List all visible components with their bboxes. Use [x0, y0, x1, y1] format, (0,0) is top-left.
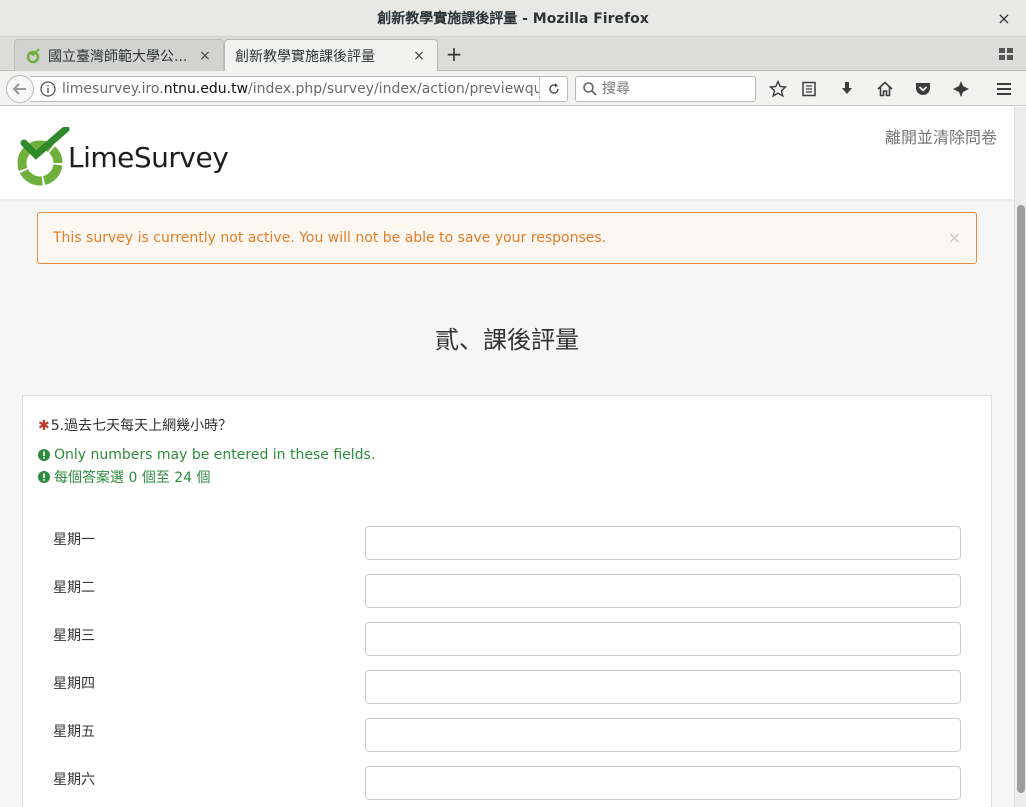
url-bar[interactable]: limesurvey.iro.ntnu.edu.tw/index.php/sur…	[30, 76, 568, 102]
search-icon	[583, 82, 597, 96]
question-card: ✱5.過去七天每天上網幾小時？ Only numbers may be ente…	[22, 395, 992, 807]
page-viewport: LimeSurvey 離開並清除問卷 This survey is curren…	[0, 107, 1026, 807]
search-box[interactable]	[575, 76, 756, 102]
row-label: 星期四	[53, 676, 95, 692]
pocket-icon[interactable]	[913, 79, 933, 99]
reading-list-icon[interactable]	[799, 79, 819, 99]
limesurvey-logo-icon	[17, 127, 70, 186]
tab-close-icon[interactable]: ×	[197, 48, 213, 64]
row-label: 星期六	[53, 772, 95, 788]
question-label: 5.過去七天每天上網幾小時？	[50, 418, 233, 434]
limesurvey-logo[interactable]: LimeSurvey	[14, 125, 234, 189]
survey-header: LimeSurvey 離開並清除問卷	[0, 107, 1014, 199]
alert-close-icon[interactable]: ×	[948, 228, 961, 247]
url-text[interactable]: limesurvey.iro.ntnu.edu.tw/index.php/sur…	[62, 81, 539, 97]
hello-chat-icon[interactable]	[951, 79, 971, 99]
url-path: /index.php/survey/index/action/previewqu…	[248, 81, 539, 97]
saturday-hours-input[interactable]	[365, 766, 961, 800]
reload-button[interactable]	[539, 77, 567, 101]
back-button[interactable]	[6, 75, 34, 103]
tip-text: 每個答案選 0 個至 24 個	[54, 470, 211, 486]
window-titlebar: 創新教學實施課後評量 - Mozilla Firefox ×	[0, 0, 1026, 37]
question-tip: 每個答案選 0 個至 24 個	[38, 467, 211, 487]
page-scrollbar[interactable]	[1014, 107, 1026, 807]
bookmark-star-icon[interactable]	[768, 79, 788, 99]
row-label: 星期五	[53, 724, 95, 740]
answer-row-wednesday: 星期三	[53, 622, 963, 656]
home-icon[interactable]	[875, 79, 895, 99]
group-title: 貳、課後評量	[435, 326, 579, 354]
answer-row-monday: 星期一	[53, 526, 963, 560]
thursday-hours-input[interactable]	[365, 670, 961, 704]
alert-text: This survey is currently not active. You…	[53, 230, 607, 246]
tab-label: 國立臺灣師範大學公...	[48, 48, 188, 65]
navigation-toolbar: limesurvey.iro.ntnu.edu.tw/index.php/sur…	[0, 71, 1026, 106]
tab-strip: 國立臺灣師範大學公... × 創新教學實施課後評量 × +	[0, 37, 1026, 71]
answer-row-thursday: 星期四	[53, 670, 963, 704]
row-label: 星期一	[53, 532, 95, 548]
exclamation-circle-icon	[38, 449, 50, 461]
exit-and-clear-link[interactable]: 離開並清除問卷	[885, 124, 997, 148]
window-close-button[interactable]: ×	[994, 8, 1014, 28]
search-input[interactable]	[602, 81, 742, 97]
url-host-prefix: limesurvey.iro.	[62, 81, 164, 97]
tab-overview-icon[interactable]	[998, 46, 1014, 62]
question-text: ✱5.過去七天每天上網幾小時？	[38, 415, 232, 435]
inactive-survey-alert: This survey is currently not active. You…	[37, 212, 977, 264]
tuesday-hours-input[interactable]	[365, 574, 961, 608]
brand-name: LimeSurvey	[68, 140, 229, 174]
tip-text: Only numbers may be entered in these fie…	[54, 447, 376, 463]
wednesday-hours-input[interactable]	[365, 622, 961, 656]
window-title: 創新教學實施課後評量 - Mozilla Firefox	[377, 11, 649, 27]
site-info-icon[interactable]	[40, 81, 56, 97]
monday-hours-input[interactable]	[365, 526, 961, 560]
question-tip: Only numbers may be entered in these fie…	[38, 447, 375, 463]
row-label: 星期二	[53, 580, 95, 596]
required-asterisk-icon: ✱	[38, 418, 50, 434]
downloads-icon[interactable]	[837, 79, 857, 99]
answer-row-saturday: 星期六	[53, 766, 963, 800]
url-host: ntnu.edu.tw	[163, 81, 249, 97]
answer-row-friday: 星期五	[53, 718, 963, 752]
tab-close-icon[interactable]: ×	[411, 48, 427, 64]
hamburger-menu-icon[interactable]	[994, 79, 1014, 99]
friday-hours-input[interactable]	[365, 718, 961, 752]
reload-icon	[548, 83, 559, 94]
tab-ntnu[interactable]: 國立臺灣師範大學公... ×	[14, 39, 224, 71]
tab-label: 創新教學實施課後評量	[235, 48, 375, 65]
new-tab-button[interactable]: +	[443, 42, 465, 66]
exclamation-circle-icon	[38, 471, 50, 483]
scrollbar-thumb[interactable]	[1017, 205, 1025, 793]
back-arrow-icon	[12, 83, 26, 95]
row-label: 星期三	[53, 628, 95, 644]
limesurvey-favicon-icon	[26, 47, 40, 63]
answer-row-tuesday: 星期二	[53, 574, 963, 608]
tab-survey[interactable]: 創新教學實施課後評量 ×	[224, 39, 438, 71]
